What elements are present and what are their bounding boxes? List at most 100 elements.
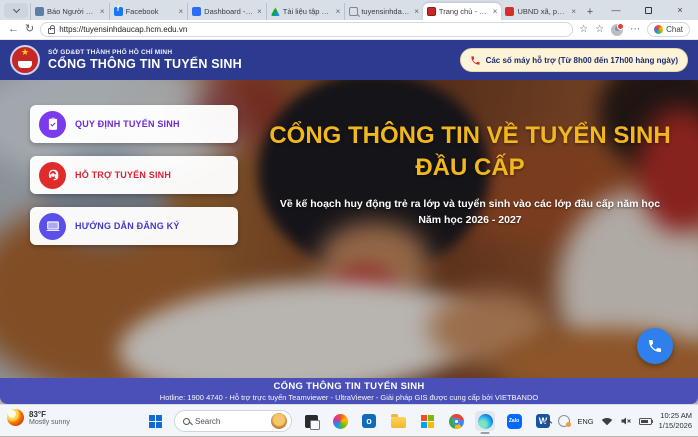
tab-close-icon[interactable]: × (178, 8, 183, 16)
wifi-icon[interactable] (601, 416, 613, 426)
chart-favicon-icon (192, 7, 201, 16)
tab-facebook[interactable]: Facebook × (109, 3, 188, 20)
footer-info: Hotline: 1900 4740 - Hỗ trợ trực tuyến T… (0, 393, 698, 402)
tab-tai-lieu-tap-huan[interactable]: Tài liệu tập huấn rà s × (266, 3, 345, 20)
tab-close-icon[interactable]: × (100, 8, 105, 16)
windows-taskbar: 83°F Mostly sunny Search o Zalo W (0, 404, 698, 436)
menu-item-label: HỖ TRỢ TUYỂN SINH (75, 170, 171, 180)
url-field[interactable]: https://tuyensinhdaucap.hcm.edu.vn (40, 22, 573, 37)
hero-subtitle-line1: Về kế hoạch huy động trẻ ra lớp và tuyển… (252, 196, 688, 212)
microsoft-365-button[interactable] (417, 411, 437, 431)
copilot-icon (333, 414, 348, 429)
outlook-icon: o (362, 414, 376, 428)
new-tab-button[interactable]: + (580, 3, 600, 20)
book-icon (18, 61, 32, 68)
profile-avatar[interactable] (611, 24, 623, 36)
battery-icon[interactable] (639, 418, 652, 425)
tuyensinh-favicon-icon (427, 7, 436, 16)
tab-close-icon[interactable]: × (257, 8, 262, 16)
chevron-down-icon (12, 6, 19, 13)
chrome-button[interactable] (446, 411, 466, 431)
clock-widget[interactable]: 10:25 AM 1/15/2026 (659, 411, 692, 431)
taskbar-search[interactable]: Search (174, 410, 292, 432)
copilot-button[interactable] (330, 411, 350, 431)
hotline-label: Các số máy hỗ trợ (Từ 8h00 đến 17h00 hàn… (486, 56, 678, 65)
quick-menu: QUY ĐỊNH TUYỂN SINH HỖ TRỢ TUYỂN SINH HƯ… (30, 105, 238, 245)
menu-item-label: QUY ĐỊNH TUYỂN SINH (75, 119, 180, 129)
tray-time: 10:25 AM (659, 411, 692, 421)
language-indicator[interactable]: ENG (577, 417, 593, 426)
close-button[interactable]: × (664, 0, 696, 20)
tab-ubnd[interactable]: UBND xã, phường, đ × (501, 3, 580, 20)
tab-label: Dashboard - IMS Bá (204, 7, 254, 16)
favorites-bar-icon[interactable]: ☆ (595, 25, 604, 35)
menu-item-quy-dinh[interactable]: QUY ĐỊNH TUYỂN SINH (30, 105, 238, 143)
lock-icon (48, 28, 55, 34)
support-agent-icon (39, 162, 66, 189)
zalo-button[interactable]: Zalo (504, 411, 524, 431)
site-header-text: SỞ GD&ĐT THÀNH PHỐ HỒ CHÍ MINH CỔNG THÔN… (48, 49, 452, 71)
zalo-icon: Zalo (507, 414, 522, 429)
restore-button[interactable] (632, 0, 664, 20)
chrome-icon (449, 414, 464, 429)
tab-close-icon[interactable]: × (414, 8, 419, 16)
start-button[interactable] (145, 411, 165, 431)
window-controls: — × (600, 0, 696, 20)
url-text: https://tuyensinhdaucap.hcm.edu.vn (59, 25, 187, 34)
update-sync-icon[interactable] (558, 415, 570, 427)
tab-dashboard-ims[interactable]: Dashboard - IMS Bá × (187, 3, 266, 20)
hero-subtitle-line2: Năm học 2026 - 2027 (252, 212, 688, 228)
star-icon: ★ (12, 48, 38, 57)
microsoft-logo-icon (421, 415, 434, 428)
tab-label: tuyensinhdaucap - S (361, 7, 411, 16)
newspaper-favicon-icon (35, 7, 44, 16)
screen: Báo Người Lao Động × Facebook × Dashboar… (0, 0, 698, 436)
tab-strip: Báo Người Lao Động × Facebook × Dashboar… (0, 0, 698, 20)
more-menu-icon[interactable]: ⋯ (630, 24, 640, 35)
tray-chevron-up-icon[interactable] (544, 418, 552, 426)
search-placeholder: Search (195, 417, 266, 426)
hero-title-line1: CỔNG THÔNG TIN VỀ TUYỂN SINH (252, 122, 688, 151)
hero-banner: QUY ĐỊNH TUYỂN SINH HỖ TRỢ TUYỂN SINH HƯ… (0, 80, 698, 378)
clipboard-check-icon (39, 111, 66, 138)
favorite-star-icon[interactable]: ☆ (579, 25, 588, 35)
menu-item-huong-dan[interactable]: HƯỚNG DẪN ĐĂNG KÝ (30, 207, 238, 245)
tab-label: Facebook (126, 7, 176, 16)
back-icon[interactable]: ← (8, 24, 19, 35)
volume-muted-icon[interactable] (620, 416, 632, 426)
hero-subtitle: Về kế hoạch huy động trẻ ra lớp và tuyển… (252, 196, 688, 229)
phone-fab-button[interactable] (637, 328, 673, 364)
site-title: CỔNG THÔNG TIN TUYỂN SINH (48, 57, 452, 71)
phone-icon (647, 338, 663, 354)
outlook-button[interactable]: o (359, 411, 379, 431)
flag-favicon-icon (505, 7, 514, 16)
tab-tuyensinhdaucap-search[interactable]: tuyensinhdaucap - S × (344, 3, 423, 20)
address-bar: ← ↻ https://tuyensinhdaucap.hcm.edu.vn ☆… (0, 20, 698, 40)
tab-close-icon[interactable]: × (493, 8, 498, 16)
hcm-education-logo: ★ (10, 45, 40, 75)
chat-button[interactable]: Chat (647, 22, 690, 37)
menu-item-ho-tro[interactable]: HỖ TRỢ TUYỂN SINH (30, 156, 238, 194)
hero-title-line2: ĐẦU CẤP (252, 154, 688, 183)
minimize-button[interactable]: — (600, 0, 632, 20)
reload-icon[interactable]: ↻ (25, 24, 34, 35)
tab-search-button[interactable] (4, 3, 28, 18)
drive-favicon-icon (271, 7, 280, 16)
tab-label: Tài liệu tập huấn rà s (283, 7, 333, 16)
hero-content: QUY ĐỊNH TUYỂN SINH HỖ TRỢ TUYỂN SINH HƯ… (0, 80, 698, 378)
hotline-button[interactable]: Các số máy hỗ trợ (Từ 8h00 đến 17h00 hàn… (460, 48, 688, 72)
restore-icon (645, 7, 652, 14)
phone-icon (470, 55, 481, 66)
menu-item-label: HƯỚNG DẪN ĐĂNG KÝ (75, 221, 180, 231)
file-explorer-button[interactable] (388, 411, 408, 431)
tab-close-icon[interactable]: × (336, 8, 341, 16)
task-view-button[interactable] (301, 411, 321, 431)
folder-icon (391, 417, 406, 428)
edge-button-active[interactable] (475, 411, 495, 431)
tab-trang-chu-active[interactable]: Trang chủ - Cổng thô × (423, 3, 502, 20)
tab-close-icon[interactable]: × (571, 8, 576, 16)
tab-label: Trang chủ - Cổng thô (439, 7, 490, 16)
footer-title: CỔNG THÔNG TIN TUYỂN SINH (0, 381, 698, 392)
system-tray: ENG 10:25 AM 1/15/2026 (545, 405, 692, 437)
tab-bao-nguoi-lao-dong[interactable]: Báo Người Lao Động × (30, 3, 109, 20)
